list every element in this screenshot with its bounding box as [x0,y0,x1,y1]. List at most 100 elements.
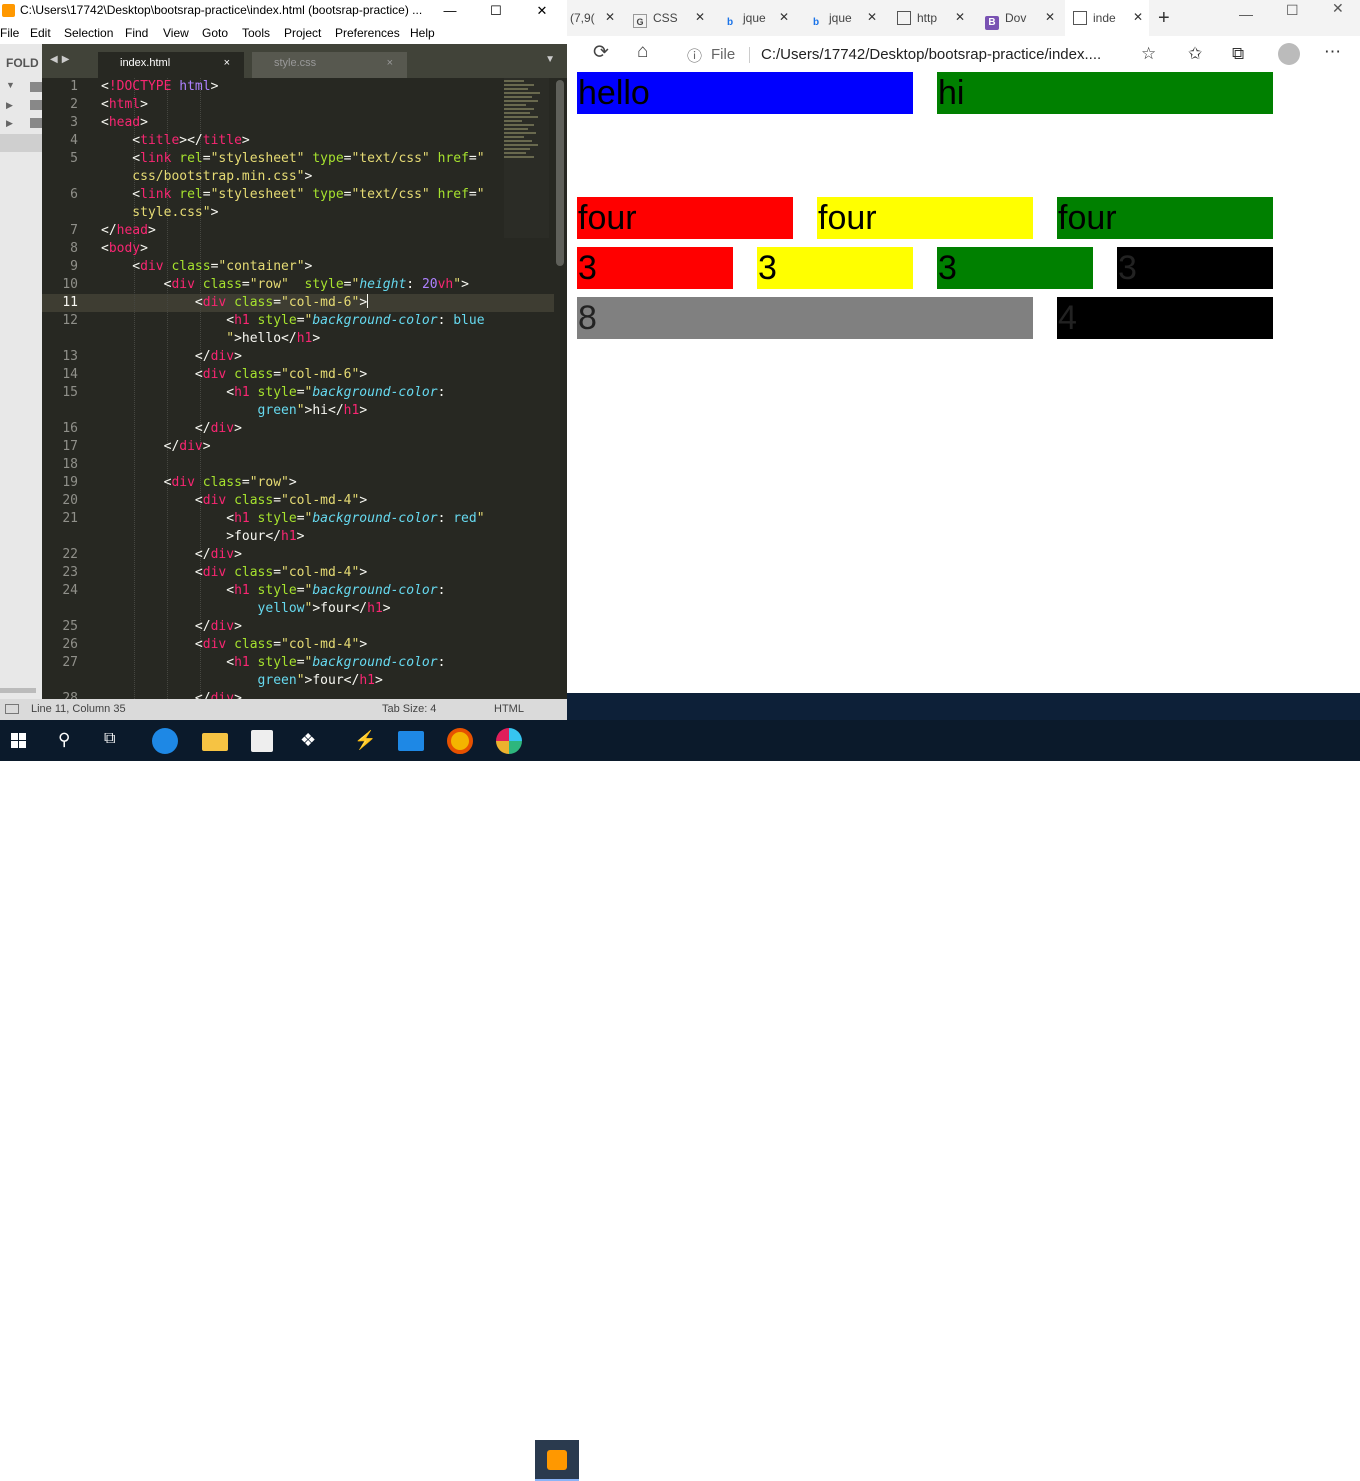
tab-close-icon[interactable]: ✕ [1045,10,1055,24]
menu-view[interactable]: View [163,26,189,40]
browser-tab[interactable]: b jque ✕ [801,0,883,36]
info-icon[interactable]: ⓘ [687,45,702,66]
editor-scrollbar[interactable] [556,80,564,266]
file-explorer-icon[interactable] [202,733,228,751]
browser-toolbar: ⟳ ⌂ ⓘ File C:/Users/17742/Desktop/bootsr… [567,36,1360,72]
tab-close-icon[interactable]: ✕ [1133,10,1143,24]
menu-tools[interactable]: Tools [242,26,270,40]
wifi-icon[interactable]: ◠ [1200,1452,1210,1466]
code-line: </div> [101,619,242,634]
menu-help[interactable]: Help [410,26,435,40]
sidebar-scrollbar[interactable] [0,688,36,693]
tab-dropdown-icon[interactable]: ▼ [545,54,555,65]
collapse-arrow-icon[interactable]: ▶ [6,118,13,129]
store-icon[interactable] [251,730,273,752]
new-tab-button[interactable]: + [1158,7,1170,30]
tab-style-css[interactable]: style.css × [252,52,407,78]
tab-title: http [917,11,938,25]
mail-icon[interactable] [398,731,424,751]
browser-tab[interactable]: http ✕ [889,0,971,36]
tab-close-icon[interactable]: × [224,57,230,69]
address-bar[interactable]: ⓘ File C:/Users/17742/Desktop/bootsrap-p… [677,39,1172,69]
show-hidden-icons-icon[interactable]: ⌃ [1128,1452,1138,1466]
sunflower-icon[interactable] [447,728,473,754]
tab-close-icon[interactable]: ✕ [955,10,965,24]
people-icon[interactable]: ጰ [1090,1444,1098,1461]
folder-icon[interactable] [30,82,42,92]
menu-find[interactable]: Find [125,26,148,40]
search-icon[interactable]: ⚲ [58,730,70,750]
menu-selection[interactable]: Selection [64,26,113,40]
collections-icon[interactable]: ⧉ [1232,44,1244,64]
code-line: <div class="col-md-4"> [101,493,368,508]
task-view-icon[interactable]: ⧉ [104,730,115,748]
tab-close-icon[interactable]: ✕ [867,10,877,24]
more-menu-icon[interactable]: ⋯ [1324,42,1341,62]
tab-nav-arrows-icon[interactable]: ◀▶ [50,54,73,65]
source-code[interactable]: <!DOCTYPE html> <html> <head> <title></t… [101,78,485,699]
tab-title: jque [743,11,766,25]
code-editor[interactable]: 1 2 3 4 5 6 7 8 9 10 11 12 13 14 15 16 17 18 19 20 21 22 23 24 2… [42,78,554,699]
sublime-taskbar-button[interactable] [535,1440,579,1481]
slack-icon[interactable] [496,728,522,754]
code-minimap[interactable] [504,78,549,238]
system-clock[interactable]: 11:21 AM 5/22/2021 [1248,1445,1308,1477]
start-button[interactable] [8,728,34,754]
favorites-icon[interactable]: ✩ [1188,44,1202,64]
menu-project[interactable]: Project [284,26,321,40]
editor-tab-bar: ◀▶ index.html × style.css × ▼ [42,44,567,78]
browser-tab[interactable]: (7,9(✕ [567,0,621,36]
folder-icon[interactable] [30,118,42,128]
panel-toggle-icon[interactable] [5,704,19,714]
app-icon[interactable]: ⚡ [354,730,376,751]
browser-minimize-button[interactable]: — [1239,6,1253,22]
sublime-window: C:\Users\17742\Desktop\bootsrap-practice… [0,0,567,720]
tab-title: inde [1093,11,1116,25]
bootstrap-icon: B [985,16,999,30]
browser-tab[interactable]: G CSS ✕ [625,0,711,36]
tab-close-icon[interactable]: ✕ [605,10,615,24]
browser-close-button[interactable]: ✕ [1332,0,1344,17]
tab-close-icon[interactable]: × [387,57,393,69]
onedrive-icon[interactable]: ☁ [1152,1452,1164,1466]
heading-3-red: 3 [577,247,733,289]
tab-size-indicator[interactable]: Tab Size: 4 [382,703,436,715]
syntax-indicator[interactable]: HTML [494,703,524,715]
editor-minimize-button[interactable]: — [427,0,473,22]
browser-tab[interactable]: b jque ✕ [715,0,795,36]
menu-preferences[interactable]: Preferences [335,26,400,40]
menu-file[interactable]: File [0,26,19,40]
line-number: 9 [70,259,78,274]
sidebar-selected-file[interactable] [0,134,42,152]
tab-close-icon[interactable]: ✕ [695,10,705,24]
browser-tab[interactable]: B Dov ✕ [977,0,1061,36]
add-favorite-icon[interactable]: ☆ [1141,44,1156,64]
volume-icon[interactable]: 🔊︎ [1222,1452,1230,1467]
url-text[interactable]: C:/Users/17742/Desktop/bootsrap-practice… [761,46,1101,63]
profile-avatar[interactable] [1278,43,1300,65]
menu-edit[interactable]: Edit [30,26,51,40]
expand-arrow-icon[interactable]: ▼ [6,80,15,90]
heading-hello: hello [577,72,913,114]
folder-icon[interactable] [30,100,42,110]
edge-icon[interactable] [152,728,178,754]
line-number: 24 [62,583,78,598]
line-number: 18 [62,457,78,472]
tab-index-html[interactable]: index.html × [98,52,244,78]
battery-icon[interactable]: ▭ [1176,1452,1187,1466]
editor-close-button[interactable]: ✕ [519,0,565,22]
home-icon[interactable]: ⌂ [637,41,648,63]
code-line: </div> [101,691,242,699]
dropbox-icon[interactable]: ❖ [300,730,316,751]
code-line: <h1 style="background-color: red" [101,511,485,526]
collapse-arrow-icon[interactable]: ▶ [6,100,13,111]
editor-maximize-button[interactable]: ☐ [473,0,519,22]
browser-maximize-button[interactable]: ☐ [1286,2,1299,19]
code-line: </div> [101,349,242,364]
browser-tab-active[interactable]: inde ✕ [1065,0,1149,36]
tab-close-icon[interactable]: ✕ [779,10,789,24]
menu-goto[interactable]: Goto [202,26,228,40]
refresh-icon[interactable]: ⟳ [593,41,609,64]
notification-center-icon[interactable]: 1 [1318,1452,1336,1468]
